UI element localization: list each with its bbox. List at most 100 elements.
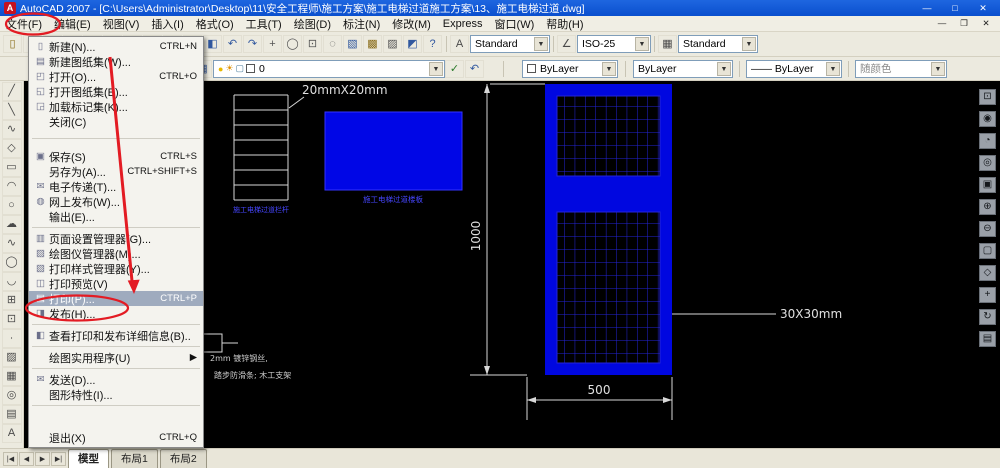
menu-item-etransmit[interactable]: ✉ 电子传递(T)...: [29, 179, 203, 194]
chevron-down-icon[interactable]: [826, 61, 840, 76]
zoom-center-icon[interactable]: ◎: [979, 155, 996, 171]
tab-first-icon[interactable]: |◀: [3, 452, 18, 466]
menu-item-open[interactable]: ◰ 打开(O)... CTRL+O: [29, 69, 203, 84]
zoom-out-icon[interactable]: ⊖: [979, 221, 996, 237]
lineweight-combo[interactable]: —— ByLayer: [746, 59, 842, 78]
menu-item-publish[interactable]: ◨ 发布(H)...: [29, 306, 203, 321]
ellipse-icon[interactable]: ◯: [1, 253, 22, 272]
block-editor-icon[interactable]: ◧: [203, 35, 222, 53]
text-style-icon[interactable]: A: [450, 35, 469, 53]
make-object-layer-current-icon[interactable]: ✓: [445, 59, 464, 78]
insert-block-icon[interactable]: ⊞: [1, 291, 22, 310]
construction-line-icon[interactable]: ╲: [1, 101, 22, 120]
menu-item-save-as[interactable]: 另存为(A)... CTRL+SHIFT+S: [29, 164, 203, 179]
point-icon[interactable]: ∙: [1, 329, 22, 348]
doc-restore-button[interactable]: ❐: [958, 18, 970, 29]
menubar-item[interactable]: 窗口(W): [489, 15, 541, 33]
pan-icon[interactable]: +: [263, 35, 282, 53]
menu-item-plot-style-manager[interactable]: ▧ 打印样式管理器(Y)...: [29, 261, 203, 276]
doc-minimize-button[interactable]: —: [936, 18, 948, 29]
table-style-icon[interactable]: ▦: [658, 35, 677, 53]
menubar-item[interactable]: 工具(T): [240, 15, 288, 33]
menu-item-new[interactable]: ▯ 新建(N)... CTRL+N: [29, 39, 203, 54]
zoom-window-icon[interactable]: ⊡: [303, 35, 322, 53]
ellipse-arc-icon[interactable]: ◡: [1, 272, 22, 291]
text-style-combo[interactable]: Standard: [470, 35, 550, 53]
menubar-item[interactable]: 修改(M): [386, 15, 437, 33]
zoom-all-icon[interactable]: ▢: [979, 243, 996, 259]
qnew-icon[interactable]: ▯: [3, 35, 22, 53]
menu-item-save[interactable]: ▣ 保存(S) CTRL+S: [29, 149, 203, 164]
maximize-button[interactable]: □: [948, 3, 962, 14]
menu-item-plot[interactable]: ▤ 打印(P)... CTRL+P: [29, 291, 203, 306]
properties-icon[interactable]: ▨: [383, 35, 402, 53]
gradient-icon[interactable]: ▦: [1, 367, 22, 386]
tab-model[interactable]: 模型: [68, 449, 109, 468]
mtext-icon[interactable]: A: [1, 424, 22, 443]
sheetset-manager-icon[interactable]: ▧: [343, 35, 362, 53]
menu-item-send[interactable]: ✉ 发送(D)...: [29, 372, 203, 387]
doc-close-button[interactable]: ✕: [980, 18, 992, 29]
linetype-combo[interactable]: ByLayer: [633, 59, 733, 78]
menu-item-export[interactable]: 输出(E)...: [29, 209, 203, 224]
tab-next-icon[interactable]: ▶: [35, 452, 50, 466]
menu-item-new-sheet-set[interactable]: ▤ 新建图纸集(W)...: [29, 54, 203, 69]
chevron-down-icon[interactable]: [717, 61, 731, 76]
layer-previous-icon[interactable]: ↶: [465, 59, 484, 78]
menubar-item[interactable]: 格式(O): [190, 15, 240, 33]
tab-layout2[interactable]: 布局2: [159, 449, 207, 468]
menubar-item[interactable]: 文件(F): [0, 15, 48, 33]
menu-item-drawing-utilities[interactable]: 绘图实用程序(U) ▶: [29, 350, 203, 365]
tab-last-icon[interactable]: ▶|: [51, 452, 66, 466]
arc-icon[interactable]: ◠: [1, 177, 22, 196]
zoom-extents-icon[interactable]: ◇: [979, 265, 996, 281]
redo-icon[interactable]: ↷: [243, 35, 262, 53]
spline-icon[interactable]: ∿: [1, 234, 22, 253]
menubar-item[interactable]: 帮助(H): [540, 15, 589, 33]
dim-style-icon[interactable]: ∠: [557, 35, 576, 53]
chevron-down-icon[interactable]: [635, 37, 649, 51]
layer-lock-icon[interactable]: ▢: [236, 63, 245, 74]
close-button[interactable]: ✕: [976, 3, 990, 14]
menu-item-exit[interactable]: 退出(X) CTRL+Q: [29, 430, 203, 445]
menubar-item[interactable]: 标注(N): [337, 15, 386, 33]
chevron-down-icon[interactable]: [429, 61, 443, 76]
tool-palettes-icon[interactable]: ▩: [363, 35, 382, 53]
zoom-window-icon[interactable]: ⊡: [979, 89, 996, 105]
zoom-dynamic-icon[interactable]: ◉: [979, 111, 996, 127]
undo-icon[interactable]: ↶: [223, 35, 242, 53]
tab-prev-icon[interactable]: ◀: [19, 452, 34, 466]
dim-style-combo[interactable]: ISO-25: [577, 35, 651, 53]
menu-item-open-sheet-set[interactable]: ◱ 打开图纸集(E)...: [29, 84, 203, 99]
line-icon[interactable]: ╱: [1, 82, 22, 101]
zoom-realtime-icon[interactable]: ◯: [283, 35, 302, 53]
table-style-combo[interactable]: Standard: [678, 35, 758, 53]
menubar-item[interactable]: 绘图(D): [288, 15, 337, 33]
named-views-icon[interactable]: ▤: [979, 331, 996, 347]
layer-combo[interactable]: ● ☀ ▢ 0: [213, 59, 445, 78]
menu-item-publish-to-web[interactable]: ◍ 网上发布(W)...: [29, 194, 203, 209]
menu-item-load-markup-set[interactable]: ◲ 加载标记集(K)...: [29, 99, 203, 114]
zoom-scale-icon[interactable]: ◔: [979, 133, 996, 149]
chevron-down-icon[interactable]: [742, 37, 756, 51]
menu-item-plot-preview[interactable]: ◫ 打印预览(V): [29, 276, 203, 291]
hatch-icon[interactable]: ▨: [1, 348, 22, 367]
make-block-icon[interactable]: ⊡: [1, 310, 22, 329]
region-icon[interactable]: ◎: [1, 386, 22, 405]
menubar-item[interactable]: Express: [437, 17, 489, 31]
tab-layout1[interactable]: 布局1: [111, 449, 158, 468]
menubar-item[interactable]: 编辑(E): [48, 15, 97, 33]
zoom-object-icon[interactable]: ▣: [979, 177, 996, 193]
minimize-button[interactable]: —: [920, 3, 934, 14]
pan-icon[interactable]: +: [979, 287, 996, 303]
menu-item-close[interactable]: 关闭(C): [29, 114, 203, 129]
layer-on-icon[interactable]: ●: [218, 64, 223, 74]
menu-item-plotter-manager[interactable]: ▨ 绘图仪管理器(M)...: [29, 246, 203, 261]
zoom-in-icon[interactable]: ⊕: [979, 199, 996, 215]
menubar-item[interactable]: 视图(V): [97, 15, 146, 33]
menubar-item[interactable]: 插入(I): [145, 15, 189, 33]
revcloud-icon[interactable]: ☁: [1, 215, 22, 234]
menu-item-view-plot-details[interactable]: ◧ 查看打印和发布详细信息(B)...: [29, 328, 203, 343]
rectangle-icon[interactable]: ▭: [1, 158, 22, 177]
layer-freeze-icon[interactable]: ☀: [225, 63, 233, 74]
